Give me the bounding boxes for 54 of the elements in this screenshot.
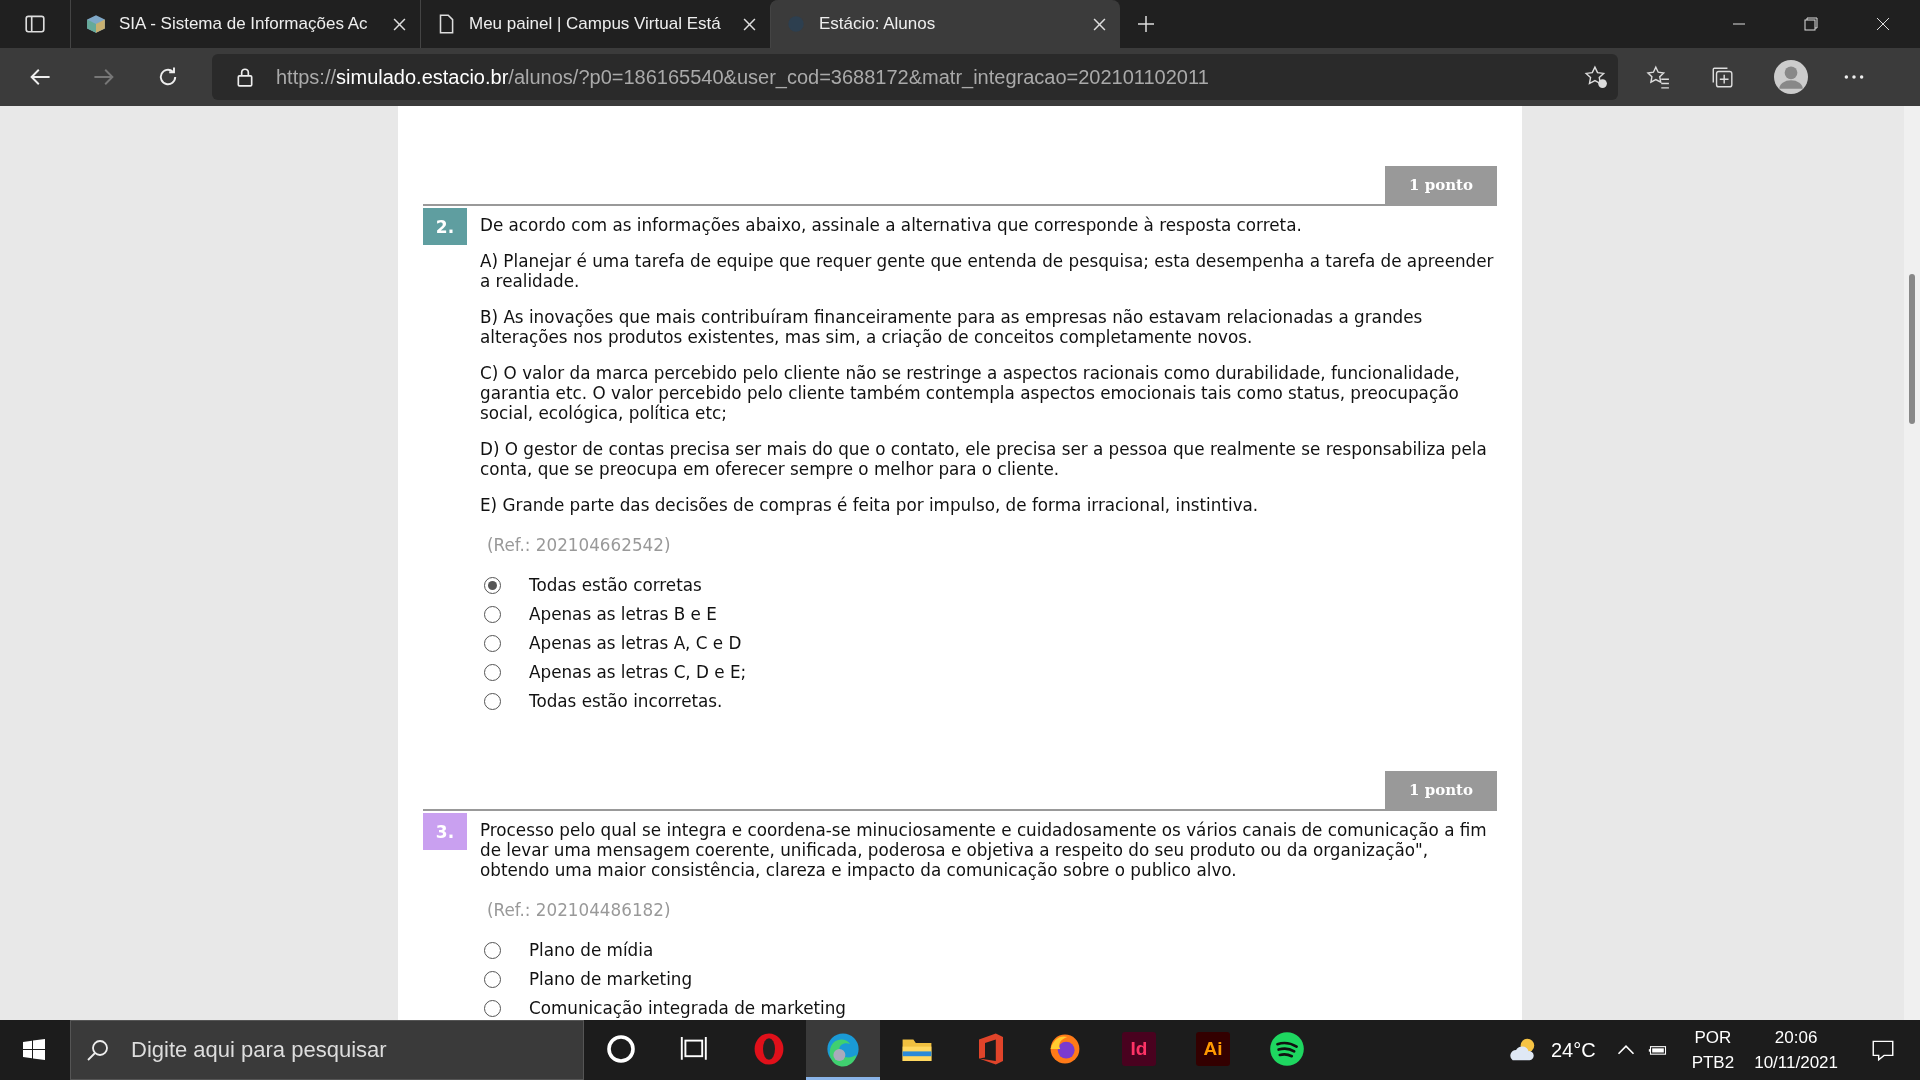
option-label[interactable]: Apenas as letras C, D e E; bbox=[529, 662, 747, 682]
language-text[interactable]: POR bbox=[1694, 1025, 1732, 1050]
scrollbar[interactable] bbox=[1904, 106, 1920, 1020]
collections-icon[interactable] bbox=[1710, 65, 1734, 89]
close-icon[interactable] bbox=[1876, 17, 1890, 31]
close-icon[interactable] bbox=[1093, 17, 1106, 31]
browser-tab[interactable]: Estácio: Alunos bbox=[770, 0, 1120, 48]
clock-time[interactable]: 20:06 bbox=[1774, 1025, 1818, 1050]
statement-text: D) O gestor de contas precisa ser mais do que o contato, ele precisa ser a pessoa que realmente se responsabiliza pela conta, que se preocupa em oferecer sempre o melhor para o cliente. bbox=[480, 439, 1488, 479]
edge-taskbar-button[interactable] bbox=[806, 1020, 880, 1080]
restore-icon[interactable] bbox=[1804, 17, 1818, 31]
keyboard-layout-text[interactable]: PTB2 bbox=[1691, 1050, 1735, 1075]
reference-text: (Ref.: 202104662542) bbox=[487, 535, 672, 555]
reference-text: (Ref.: 202104486182) bbox=[487, 900, 672, 920]
favorites-icon[interactable] bbox=[1646, 65, 1670, 89]
new-tab-icon[interactable] bbox=[1136, 14, 1156, 34]
question-text: De acordo com as informações abaixo, assinale a alternativa que corresponde à resposta correta. bbox=[480, 215, 1303, 235]
points-label: 1 ponto bbox=[1385, 771, 1497, 809]
sound-waves-icon bbox=[1269, 1030, 1305, 1067]
question-number: 3. bbox=[423, 813, 467, 850]
option-label[interactable]: Apenas as letras B e E bbox=[529, 604, 717, 624]
app-logo: Id bbox=[1122, 1031, 1156, 1066]
app-logo: Ai bbox=[1196, 1031, 1230, 1066]
question-number: 2. bbox=[423, 208, 467, 245]
windows-start-icon[interactable] bbox=[22, 1038, 46, 1062]
profile-icon[interactable] bbox=[1774, 60, 1808, 94]
search-icon bbox=[86, 1038, 110, 1062]
option-label[interactable]: Todas estão corretas bbox=[529, 575, 702, 595]
option-label[interactable]: Todas estão incorretas. bbox=[529, 691, 723, 711]
scroll-thumb[interactable] bbox=[1909, 274, 1915, 424]
statement-text: B) As inovações que mais contribuíram financeiramente para as empresas não estavam relacionadas a grandes alterações nos produtos existentes, mas sim, a criação de conceitos completamente novos. bbox=[480, 307, 1424, 347]
option-label[interactable]: Comunicação integrada de marketing bbox=[529, 998, 846, 1018]
points-label: 1 ponto bbox=[1385, 166, 1497, 204]
clock-date[interactable]: 10/11/2021 bbox=[1754, 1050, 1838, 1075]
tab-actions-icon[interactable] bbox=[24, 13, 46, 35]
cube-icon bbox=[85, 13, 107, 35]
close-icon[interactable] bbox=[743, 17, 756, 31]
taskbar-search-field[interactable]: Digite aqui para pesquisar bbox=[70, 1020, 584, 1080]
indesign-taskbar-button[interactable]: Id bbox=[1102, 1020, 1176, 1080]
option-label[interactable]: Apenas as letras A, C e D bbox=[529, 633, 742, 653]
url-text: https://simulado.estacio.br/alunos/?p0=186165540&user_cod=3688172&matr_integracao=202101102011 bbox=[276, 65, 1210, 89]
address-bar[interactable]: https://simulado.estacio.br/alunos/?p0=186165540&user_cod=3688172&matr_integracao=202101102011 bbox=[212, 54, 1618, 100]
option-label[interactable]: Plano de marketing bbox=[529, 969, 693, 989]
statement-text: E) Grande parte das decisões de compras é feita por impulso, de forma irracional, instintiva. bbox=[480, 495, 1260, 515]
option-label[interactable]: Plano de mídia bbox=[529, 940, 654, 960]
illustrator-taskbar-button[interactable]: Ai bbox=[1176, 1020, 1250, 1080]
statement-text: A) Planejar é uma tarefa de equipe que requer gente que entenda de pesquisa; esta desempenha a tarefa de apreender a realidade. bbox=[480, 251, 1495, 291]
temperature-text[interactable]: 24°C bbox=[1550, 1038, 1596, 1062]
close-icon[interactable] bbox=[393, 17, 406, 31]
statement-text: C) O valor da marca percebido pelo cliente não se restringe a aspectos racionais como durabilidade, funcionalidade, garantia etc. O valor percebido pelo cliente também contempla aspectos emocionais tais como status, preocupação social, ecológica, política etc; bbox=[480, 363, 1461, 423]
swirl-icon bbox=[825, 1030, 861, 1067]
add-favorite-icon[interactable] bbox=[1584, 65, 1608, 89]
question-text: Processo pelo qual se integra e coordena-se minuciosamente e cuidadosamente os vários canais de comunicação a fim de levar uma mensagem coerente, unificada, poderosa e objetiva a respeito do seu produto ou da organização", obtendo uma maior consistência, clareza e impacto da comunicação sobre o publico alvo. bbox=[480, 820, 1488, 880]
lock-icon bbox=[236, 67, 254, 87]
